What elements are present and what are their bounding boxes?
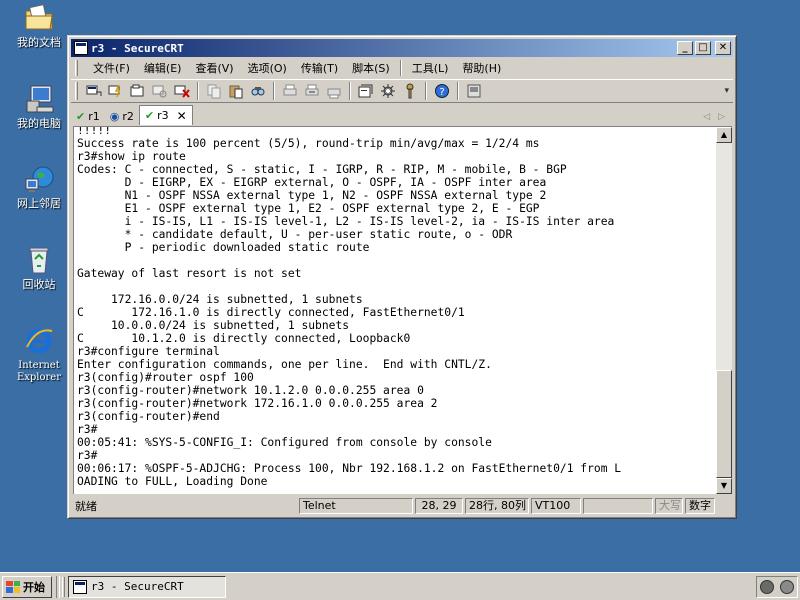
connected-check-icon: ✔ bbox=[144, 109, 155, 122]
minimize-button[interactable]: _ bbox=[677, 41, 693, 55]
securecrt-window: r3 - SecureCRT _ □ ✕ 文件(F) 编辑(E) 查看(V) 选… bbox=[67, 35, 737, 519]
window-title: r3 - SecureCRT bbox=[91, 41, 184, 55]
connected-check-icon: ✔ bbox=[76, 109, 86, 123]
tab-r3[interactable]: ✔ r3 ✕ bbox=[138, 105, 193, 125]
task-label: r3 - SecureCRT bbox=[91, 580, 184, 593]
close-button[interactable]: ✕ bbox=[715, 41, 731, 55]
print-icon[interactable] bbox=[281, 82, 299, 100]
network-icon bbox=[25, 166, 54, 192]
reconnect-icon[interactable] bbox=[151, 82, 169, 100]
menu-view[interactable]: 查看(V) bbox=[188, 60, 240, 76]
tab-label: r3 bbox=[157, 109, 169, 122]
toolbar-overflow-icon[interactable]: ▾ bbox=[724, 86, 729, 96]
desktop-icon-recycle-bin[interactable]: 回收站 bbox=[4, 244, 74, 291]
toolbar-separator bbox=[349, 82, 351, 100]
menu-transfer[interactable]: 传输(T) bbox=[294, 60, 345, 76]
about-icon[interactable] bbox=[465, 82, 483, 100]
tab-r1[interactable]: ✔ r1 bbox=[71, 107, 105, 125]
connect-icon[interactable] bbox=[85, 82, 103, 100]
tab-scroll-arrows: ◁ ▷ bbox=[703, 112, 733, 125]
menu-help[interactable]: 帮助(H) bbox=[455, 60, 508, 76]
menu-file[interactable]: 文件(F) bbox=[86, 60, 137, 76]
menu-options[interactable]: 选项(O) bbox=[241, 60, 294, 76]
tab-scroll-right-icon[interactable]: ▷ bbox=[718, 112, 725, 122]
maximize-button[interactable]: □ bbox=[695, 41, 711, 55]
status-num: 数字 bbox=[685, 498, 715, 514]
recycle-bin-icon bbox=[29, 247, 49, 274]
start-label: 开始 bbox=[23, 580, 45, 594]
toolbar: ? ▾ bbox=[71, 79, 733, 103]
desktop-icon-internet-explorer[interactable]: Internet Explorer bbox=[4, 325, 74, 384]
quick-connect-icon[interactable] bbox=[107, 82, 125, 100]
scroll-up-icon[interactable]: ▲ bbox=[716, 127, 732, 143]
disconnect-icon[interactable] bbox=[173, 82, 191, 100]
taskbar: 开始 r3 - SecureCRT bbox=[0, 572, 800, 600]
status-size: 28行, 80列 bbox=[465, 498, 529, 514]
tray-network-icon[interactable] bbox=[780, 579, 794, 594]
desktop-icon-label: 我的电脑 bbox=[17, 117, 61, 130]
menu-grip[interactable] bbox=[75, 60, 78, 76]
taskbar-separator bbox=[56, 575, 60, 598]
desktop-icon-label: Internet Explorer bbox=[16, 360, 62, 383]
desktop-icon-my-computer[interactable]: 我的电脑 bbox=[4, 83, 74, 130]
menu-tools[interactable]: 工具(L) bbox=[405, 60, 456, 76]
help-icon[interactable]: ? bbox=[433, 82, 451, 100]
toolbar-separator bbox=[273, 82, 275, 100]
internet-explorer-icon bbox=[26, 328, 53, 354]
tab-label: r1 bbox=[88, 109, 100, 123]
global-options-icon[interactable] bbox=[379, 82, 397, 100]
desktop-icon-label: 回收站 bbox=[22, 278, 56, 291]
status-ready: 就绪 bbox=[75, 500, 97, 513]
status-bar: 就绪 Telnet 28, 29 28行, 80列 VT100 大写 数字 bbox=[71, 497, 733, 515]
menu-script[interactable]: 脚本(S) bbox=[345, 60, 397, 76]
scroll-down-icon[interactable]: ▼ bbox=[716, 478, 732, 494]
status-cursor: 28, 29 bbox=[415, 498, 463, 514]
tab-label: r2 bbox=[122, 109, 134, 123]
securecrt-app-icon[interactable] bbox=[74, 41, 88, 55]
menu-bar: 文件(F) 编辑(E) 查看(V) 选项(O) 传输(T) 脚本(S) 工具(L… bbox=[71, 58, 733, 78]
keymap-icon[interactable] bbox=[401, 82, 419, 100]
tab-scroll-left-icon[interactable]: ◁ bbox=[703, 112, 710, 122]
start-button[interactable]: 开始 bbox=[2, 575, 52, 598]
tab-close-icon[interactable]: ✕ bbox=[177, 109, 187, 123]
toolbar-separator bbox=[425, 82, 427, 100]
vertical-scrollbar[interactable]: ▲ ▼ bbox=[716, 126, 732, 494]
desktop-icon-my-documents[interactable]: 我的文档 bbox=[4, 2, 74, 49]
toolbar-separator bbox=[457, 82, 459, 100]
computer-icon bbox=[26, 85, 54, 113]
toolbar-separator bbox=[197, 82, 199, 100]
connect-tab-icon[interactable] bbox=[129, 82, 147, 100]
status-caps: 大写 bbox=[655, 498, 683, 514]
status-empty bbox=[583, 498, 653, 514]
tray-volume-icon[interactable] bbox=[760, 579, 774, 594]
print-screen-icon[interactable] bbox=[325, 82, 343, 100]
info-icon: ◉ bbox=[109, 109, 120, 123]
copy-icon[interactable] bbox=[205, 82, 223, 100]
folder-documents-icon bbox=[25, 4, 53, 30]
desktop-icon-label: 网上邻居 bbox=[17, 197, 61, 210]
paste-icon[interactable] bbox=[227, 82, 245, 100]
title-bar[interactable]: r3 - SecureCRT _ □ ✕ bbox=[71, 39, 733, 57]
taskbar-grip[interactable] bbox=[62, 576, 65, 597]
toolbar-grip[interactable] bbox=[75, 82, 78, 100]
status-emulation: VT100 bbox=[531, 498, 581, 514]
desktop-icon-label: 我的文档 bbox=[17, 36, 61, 49]
terminal-text: !!!!! Success rate is 100 percent (5/5),… bbox=[77, 126, 622, 488]
scroll-thumb[interactable] bbox=[716, 370, 732, 478]
system-tray bbox=[756, 575, 798, 598]
find-icon[interactable] bbox=[249, 82, 267, 100]
windows-logo-icon bbox=[6, 580, 20, 593]
tab-r2[interactable]: ◉ r2 bbox=[105, 107, 139, 125]
print-selection-icon[interactable] bbox=[303, 82, 321, 100]
securecrt-app-icon bbox=[73, 579, 87, 594]
menu-edit[interactable]: 编辑(E) bbox=[137, 60, 189, 76]
desktop-icon-network[interactable]: 网上邻居 bbox=[4, 163, 74, 210]
svg-text:?: ? bbox=[439, 87, 444, 98]
status-protocol: Telnet bbox=[299, 498, 413, 514]
session-options-icon[interactable] bbox=[357, 82, 375, 100]
menu-separator bbox=[399, 60, 402, 76]
taskbar-task-securecrt[interactable]: r3 - SecureCRT bbox=[68, 575, 226, 598]
terminal-output[interactable]: !!!!! Success rate is 100 percent (5/5),… bbox=[73, 126, 716, 494]
session-tabs: ✔ r1 ◉ r2 ✔ r3 ✕ ◁ ▷ bbox=[71, 105, 733, 125]
